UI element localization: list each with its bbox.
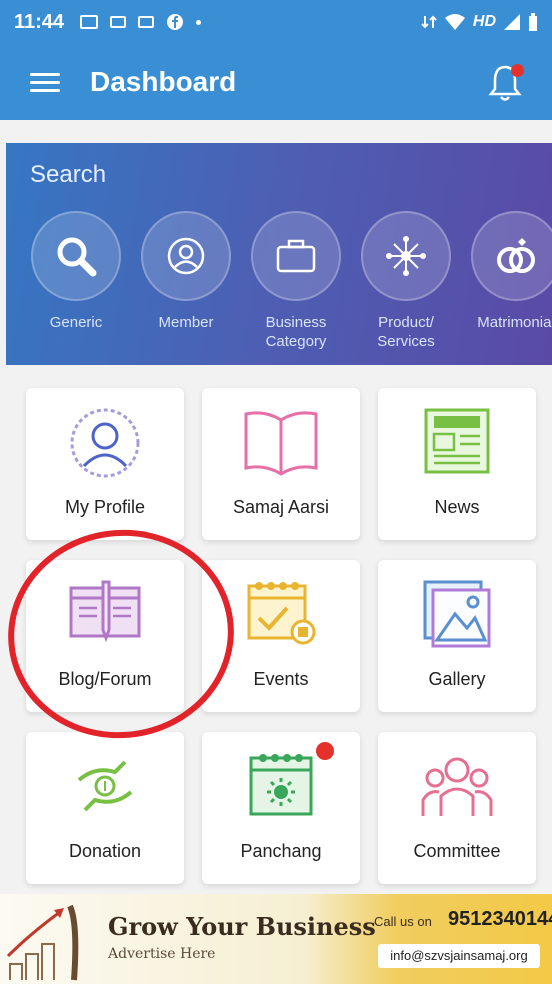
- search-category-label: Matrimonial: [477, 314, 552, 331]
- donation-hands-icon: [26, 750, 184, 830]
- search-category-label: Product/ Services: [377, 314, 435, 350]
- search-category-business[interactable]: Business Category: [248, 211, 344, 351]
- tile-label: News: [434, 497, 480, 517]
- search-category-label: Business Category: [265, 314, 327, 350]
- ad-email[interactable]: info@szvsjainsamaj.org: [378, 944, 540, 968]
- tile-events[interactable]: Events: [202, 560, 360, 712]
- ad-call-label: Call us on: [374, 914, 432, 929]
- growth-chart-icon: [6, 904, 79, 981]
- search-category-label: Member: [158, 314, 214, 331]
- profile-icon: [26, 406, 184, 486]
- search-panel: Search Generic Member Business Category …: [6, 143, 552, 365]
- tile-label: My Profile: [64, 497, 145, 517]
- tile-gallery[interactable]: Gallery: [378, 560, 536, 712]
- search-category-member[interactable]: Member: [138, 211, 234, 332]
- page-title: Dashboard: [90, 66, 237, 97]
- tile-blog-forum[interactable]: Blog/Forum: [26, 560, 184, 712]
- rings-icon: [471, 211, 552, 301]
- calendar-check-icon: [202, 578, 360, 658]
- tile-label: Donation: [68, 841, 142, 861]
- app-notification-icon: [80, 15, 99, 29]
- data-arrows-icon: [421, 15, 437, 29]
- search-category-generic[interactable]: Generic: [28, 211, 124, 332]
- status-bar: 11:44 HD: [0, 0, 552, 44]
- ad-headline: Grow Your Business: [108, 912, 376, 941]
- network-type-label: HD: [472, 13, 496, 30]
- briefcase-icon: [251, 211, 341, 301]
- tile-label: Samaj Aarsi: [232, 497, 330, 517]
- tile-news[interactable]: News: [378, 388, 536, 540]
- message-notification-icon: [110, 16, 127, 28]
- search-category-products[interactable]: Product/ Services: [358, 211, 454, 351]
- signal-icon: [504, 14, 520, 30]
- ad-subline: Advertise Here: [108, 946, 216, 962]
- tile-donation[interactable]: Donation: [26, 732, 184, 884]
- notification-icons: [80, 13, 202, 31]
- person-icon: [141, 211, 231, 301]
- advertisement-banner[interactable]: Grow Your Business Advertise Here Call u…: [0, 894, 552, 984]
- blog-icon: [26, 578, 184, 658]
- group-icon: [378, 750, 536, 830]
- tile-samaj-aarsi[interactable]: Samaj Aarsi: [202, 388, 360, 540]
- mail-notification-icon: [138, 16, 155, 28]
- tile-label: Events: [253, 669, 309, 689]
- app-bar: Dashboard: [0, 44, 552, 120]
- newspaper-icon: [378, 406, 536, 486]
- battery-icon: [529, 13, 537, 31]
- notification-dot: [511, 64, 524, 77]
- search-label: Search: [30, 161, 107, 188]
- notification-bell[interactable]: [488, 62, 524, 102]
- wifi-icon: [444, 14, 465, 30]
- network-icon: [361, 211, 451, 301]
- menu-icon[interactable]: [30, 72, 60, 92]
- search-category-matrimonial[interactable]: Matrimonial: [468, 211, 552, 332]
- tile-label: Panchang: [240, 841, 322, 861]
- status-time: 11:44: [14, 10, 65, 33]
- search-category-label: Generic: [49, 314, 103, 331]
- magnifier-icon: [31, 211, 121, 301]
- facebook-icon: [167, 14, 184, 30]
- book-icon: [202, 406, 360, 486]
- tile-label: Blog/Forum: [58, 669, 152, 689]
- tile-committee[interactable]: Committee: [378, 732, 536, 884]
- tile-label: Committee: [413, 841, 501, 861]
- picture-icon: [378, 578, 536, 658]
- tile-label: Gallery: [428, 669, 486, 689]
- ad-phone[interactable]: 9512340144: [448, 908, 552, 931]
- tile-panchang[interactable]: Panchang: [202, 732, 360, 884]
- status-right: HD: [421, 13, 538, 31]
- panchang-calendar-icon: [202, 750, 360, 830]
- dot-icon: [196, 19, 202, 25]
- tile-my-profile[interactable]: My Profile: [26, 388, 184, 540]
